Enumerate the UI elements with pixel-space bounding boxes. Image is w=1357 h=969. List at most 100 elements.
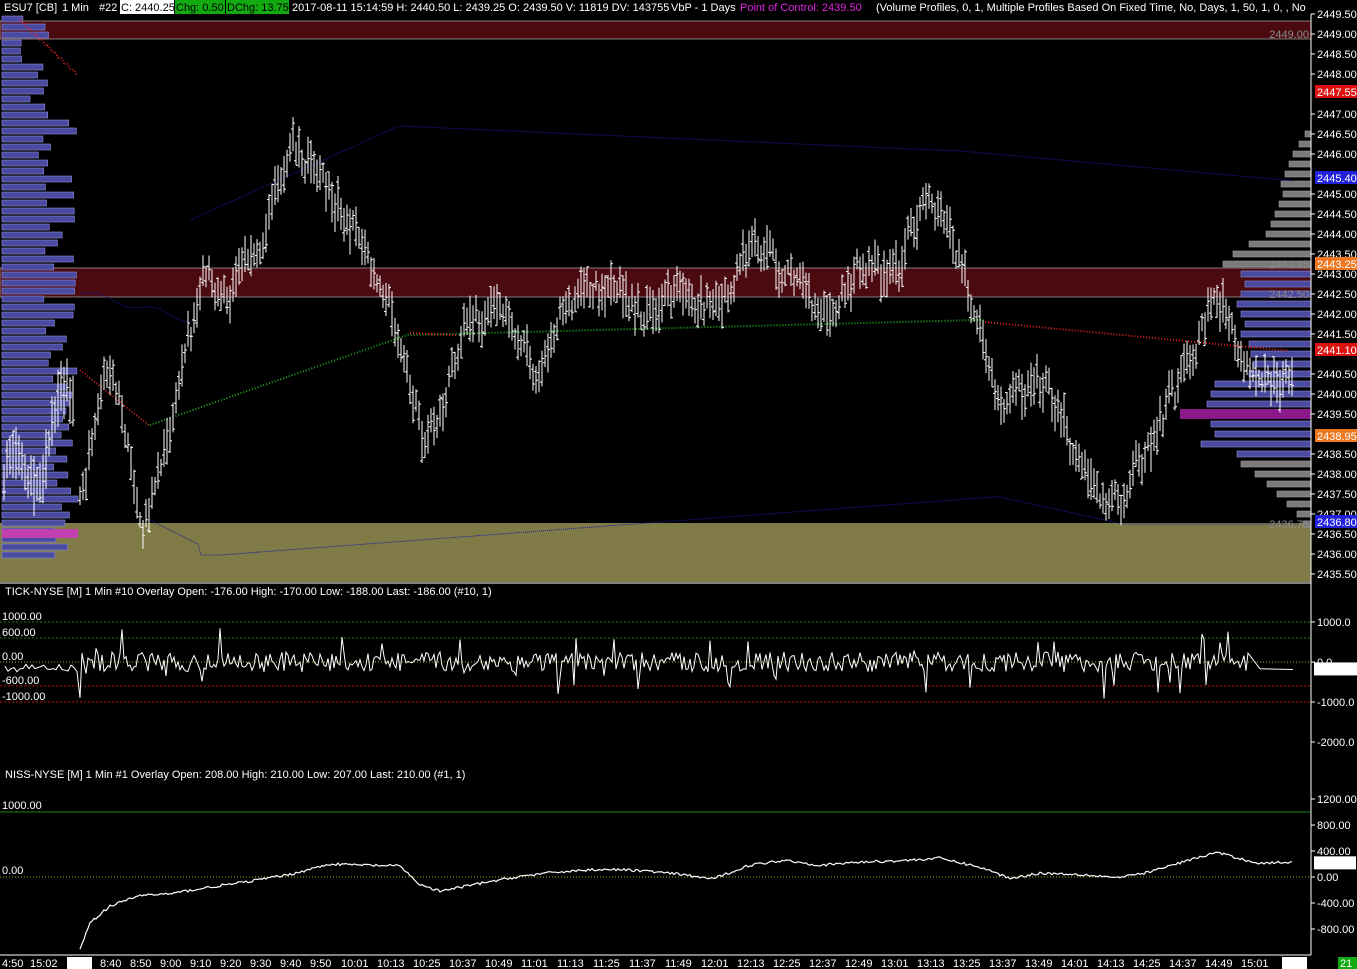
price-tick-label: 2440.00 <box>1317 389 1357 401</box>
profile-bar <box>1240 330 1312 338</box>
tick-axis-label: 1000.0 <box>1317 617 1351 629</box>
price-badge-label: 2436.80 <box>1317 517 1357 529</box>
profile-bar <box>1 503 62 511</box>
header-study: (Volume Profiles, 0, 1, Multiple Profile… <box>876 2 1306 14</box>
profile-bar <box>1 103 46 111</box>
time-tick-label: 11:49 <box>665 958 692 969</box>
profile-bar <box>1240 460 1312 468</box>
profile-bar <box>1 279 76 287</box>
price-tick-label: 2436.50 <box>1317 529 1357 541</box>
poc-profile-bar <box>1180 409 1311 419</box>
profile-bar <box>1 375 54 383</box>
price-level-label: 2449.00 <box>1269 29 1309 41</box>
profile-bar <box>1284 170 1312 178</box>
time-tick-label: 10:37 <box>449 958 477 969</box>
date-label: 8-12 <box>1284 958 1306 969</box>
profile-bar <box>1288 160 1312 168</box>
niss-axis-label: 1200.00 <box>1317 794 1357 806</box>
time-tick-label: 9:00 <box>160 958 181 969</box>
time-tick-label: 14:25 <box>1133 958 1161 969</box>
price-tick-label: 2449.50 <box>1317 9 1357 21</box>
profile-bar <box>1 367 78 375</box>
profile-bar <box>1 31 49 39</box>
time-tick-label: 14:13 <box>1097 958 1125 969</box>
profile-bar <box>1 127 77 135</box>
profile-bar <box>1 39 22 47</box>
tick-level-label: 0.00 <box>2 651 23 663</box>
profile-bar <box>1210 390 1312 398</box>
profile-bar <box>1278 200 1312 208</box>
profile-bar <box>1 135 44 143</box>
niss-axis-label: -400.00 <box>1317 898 1354 910</box>
time-tick-label: 11:25 <box>593 958 620 969</box>
profile-bar <box>1 223 50 231</box>
price-tick-label: 2445.00 <box>1317 189 1357 201</box>
profile-bar <box>1 471 69 479</box>
time-tick-label: 13:37 <box>989 958 1017 969</box>
price-badge-label: 2445.40 <box>1317 173 1357 185</box>
price-tick-label: 2449.00 <box>1317 29 1357 41</box>
profile-bar <box>1206 400 1312 408</box>
trading-chart[interactable]: 2449.50 2449.00 2448.50 2448.00 2447.00 2446.… <box>0 0 1357 969</box>
profile-bar <box>1 191 74 199</box>
profile-bar <box>1 399 70 407</box>
profile-bar <box>1 55 22 63</box>
tick-level-label: -1000.00 <box>2 691 45 703</box>
price-tick-label: 2447.00 <box>1317 109 1357 121</box>
profile-bar <box>1 383 68 391</box>
price-tick-label: 2435.50 <box>1317 569 1357 581</box>
profile-bar <box>1274 210 1312 218</box>
profile-bar <box>1214 430 1312 438</box>
profile-bar <box>1282 190 1312 198</box>
tick-level-label: -600.00 <box>2 675 39 687</box>
time-tick-label: 10:49 <box>485 958 513 969</box>
header-vbp: VbP - 1 Days <box>671 2 736 14</box>
profile-bar <box>1 287 75 295</box>
profile-bar <box>1286 500 1312 508</box>
profile-bar <box>1 167 44 175</box>
niss-level-label: 0.00 <box>2 865 23 877</box>
profile-bar <box>1276 490 1312 498</box>
time-tick-label: 14:49 <box>1205 958 1233 969</box>
price-tick-label: 2448.00 <box>1317 69 1357 81</box>
profile-bar <box>1 487 71 495</box>
tick-axis-label: -1000.0 <box>1317 697 1354 709</box>
profile-bar <box>1 87 44 95</box>
header-daily-change: DChg: 13.75 <box>227 2 289 14</box>
profile-bar <box>1 343 63 351</box>
profile-bar <box>1236 450 1312 458</box>
price-tick-label: 2438.50 <box>1317 449 1357 461</box>
profile-bar <box>1 79 48 87</box>
profile-bar <box>1254 470 1312 478</box>
price-badge-label: 2447.55 <box>1317 87 1357 99</box>
profile-bar <box>1265 230 1312 238</box>
profile-bar <box>1 303 75 311</box>
header-poc: Point of Control: 2439.50 <box>740 2 862 14</box>
header-interval: 1 Min <box>62 2 89 14</box>
price-tick-label: 2438.00 <box>1317 469 1357 481</box>
niss-axis-label: 800.00 <box>1317 820 1351 832</box>
time-tick-label: 14:01 <box>1061 958 1089 969</box>
profile-bar <box>1248 340 1312 348</box>
tick-level-label: 1000.00 <box>2 611 42 623</box>
profile-bar <box>1 95 31 103</box>
profile-bar <box>1 119 70 127</box>
profile-bar <box>1 199 47 207</box>
time-tick-label: 12:25 <box>773 958 801 969</box>
profile-bar <box>1 319 55 327</box>
profile-bar <box>1 71 38 79</box>
profile-bar <box>1244 280 1312 288</box>
profile-bar <box>1252 360 1312 368</box>
profile-bar <box>1292 150 1312 158</box>
profile-bar <box>1 23 46 31</box>
profile-bar <box>1200 440 1312 448</box>
price-tick-label: 2437.50 <box>1317 489 1357 501</box>
profile-bar <box>1 143 51 151</box>
profile-bar <box>1298 140 1312 148</box>
profile-bar <box>1240 310 1312 318</box>
price-tick-label: 2440.50 <box>1317 369 1357 381</box>
profile-bar <box>1244 320 1312 328</box>
price-tick-label: 2446.00 <box>1317 149 1357 161</box>
profile-bar <box>1 519 66 527</box>
time-tick-label: 9:20 <box>220 958 241 969</box>
